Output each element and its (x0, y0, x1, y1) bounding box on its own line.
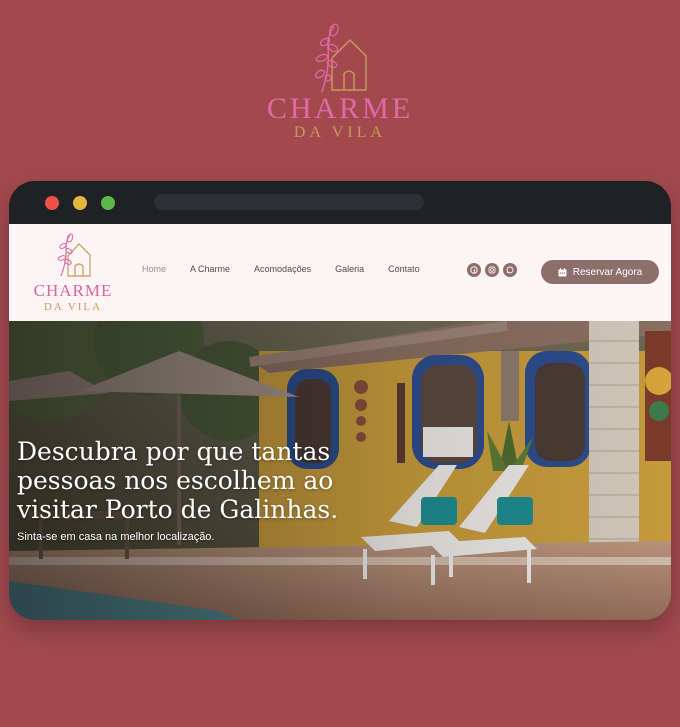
nav-acomodacoes[interactable]: Acomodações (254, 264, 311, 274)
hero-title-line-2: pessoas nos escolhem ao (17, 466, 334, 495)
reserve-now-button[interactable]: Reservar Agora (541, 260, 659, 284)
hero-title: Descubra por que tantas pessoas nos esco… (17, 437, 377, 524)
nav-galeria[interactable]: Galeria (335, 264, 364, 274)
site-logo[interactable]: CHARME DA VILA (23, 232, 123, 313)
nav-a-charme[interactable]: A Charme (190, 264, 230, 274)
brand-title: CHARME (266, 92, 414, 125)
whatsapp-icon[interactable] (503, 263, 517, 277)
browser-window: CHARME DA VILA Home A Charme Acomodações… (9, 181, 671, 620)
nav-home[interactable]: Home (142, 264, 166, 274)
browser-titlebar (9, 181, 671, 224)
site-logo-subtitle: DA VILA (43, 301, 103, 313)
site-logo-title: CHARME (33, 281, 113, 300)
minimize-window-button[interactable] (73, 196, 87, 210)
hero-title-line-1: Descubra por que tantas (17, 437, 331, 466)
main-nav: Home A Charme Acomodações Galeria Contat… (142, 264, 444, 274)
address-bar[interactable] (154, 194, 424, 210)
maximize-window-button[interactable] (101, 196, 115, 210)
brand-logo: CHARME DA VILA (0, 18, 680, 142)
site-header: CHARME DA VILA Home A Charme Acomodações… (9, 224, 671, 321)
hero-subtitle: Sinta-se em casa na melhor localização. (17, 531, 215, 543)
calendar-icon (558, 267, 567, 276)
flower-house-icon (57, 233, 91, 277)
hero-title-line-3: visitar Porto de Galinhas. (17, 495, 339, 524)
close-window-button[interactable] (45, 196, 59, 210)
social-links (467, 263, 517, 277)
instagram-icon[interactable] (485, 263, 499, 277)
facebook-icon[interactable] (467, 263, 481, 277)
reserve-now-label: Reservar Agora (572, 266, 643, 278)
flower-house-icon (314, 23, 367, 93)
hero-section: Descubra por que tantas pessoas nos esco… (9, 321, 671, 620)
brand-subtitle: DA VILA (293, 124, 387, 141)
nav-contato[interactable]: Contato (388, 264, 420, 274)
